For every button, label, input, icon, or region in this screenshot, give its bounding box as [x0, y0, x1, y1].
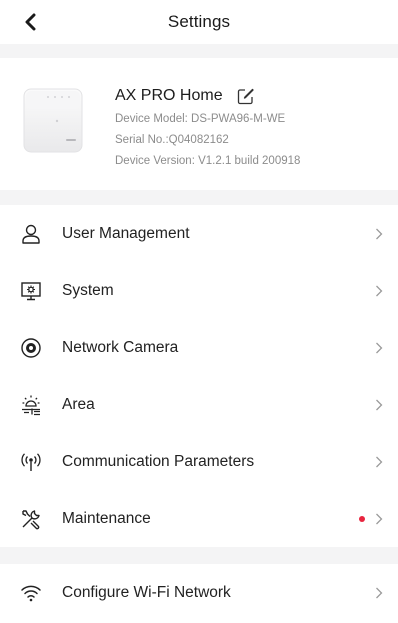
device-image [23, 88, 83, 153]
settings-screen: Settings AX PRO Home Device Model: DS-PW… [0, 0, 398, 623]
edit-device-name-button[interactable] [237, 87, 255, 105]
system-icon [20, 280, 42, 302]
menu-item-area[interactable]: Area [0, 376, 398, 433]
device-model: Device Model: DS-PWA96-M-WE [115, 113, 286, 125]
menu-item-label: Area [62, 395, 95, 413]
chevron-right-icon [374, 284, 384, 298]
device-info: AX PRO Home Device Model: DS-PWA96-M-WE … [115, 85, 300, 172]
notification-dot [359, 515, 365, 522]
device-version: Device Version: V1.2.1 build 200918 [115, 155, 301, 167]
wifi-section: Configure Wi-Fi Network [0, 564, 398, 621]
menu-item-label: Configure Wi-Fi Network [62, 583, 231, 601]
camera-icon [20, 337, 42, 359]
area-icon [20, 394, 42, 416]
section-separator [0, 547, 398, 564]
edit-icon [237, 88, 254, 104]
menu-item-system[interactable]: System [0, 262, 398, 319]
chevron-right-icon [374, 341, 384, 355]
antenna-icon [20, 451, 42, 473]
device-card[interactable]: AX PRO Home Device Model: DS-PWA96-M-WE … [0, 58, 398, 190]
chevron-right-icon [374, 227, 384, 241]
menu-item-maintenance[interactable]: Maintenance [0, 490, 398, 547]
back-chevron-icon [25, 13, 36, 31]
chevron-right-icon [374, 455, 384, 469]
menu-item-communication-parameters[interactable]: Communication Parameters [0, 433, 398, 490]
chevron-right-icon [374, 398, 384, 412]
tools-icon [20, 508, 42, 530]
menu-item-configure-wifi[interactable]: Configure Wi-Fi Network [0, 564, 398, 621]
device-serial: Serial No.:Q04082162 [115, 134, 229, 146]
header: Settings [0, 0, 398, 44]
menu-item-label: Communication Parameters [62, 452, 255, 470]
back-button[interactable] [18, 9, 44, 35]
settings-menu: User Management System Network Camera Ar… [0, 205, 398, 547]
menu-item-label: Maintenance [62, 509, 151, 527]
page-title: Settings [167, 12, 231, 31]
chevron-right-icon [374, 586, 384, 600]
menu-item-label: System [62, 281, 114, 299]
menu-item-label: Network Camera [62, 338, 179, 356]
wifi-icon [20, 582, 42, 604]
menu-item-label: User Management [62, 224, 190, 242]
chevron-right-icon [374, 512, 384, 526]
menu-item-user-management[interactable]: User Management [0, 205, 398, 262]
menu-item-network-camera[interactable]: Network Camera [0, 319, 398, 376]
device-name: AX PRO Home [115, 87, 223, 104]
user-icon [20, 223, 42, 245]
section-separator [0, 190, 398, 205]
section-separator [0, 44, 398, 58]
